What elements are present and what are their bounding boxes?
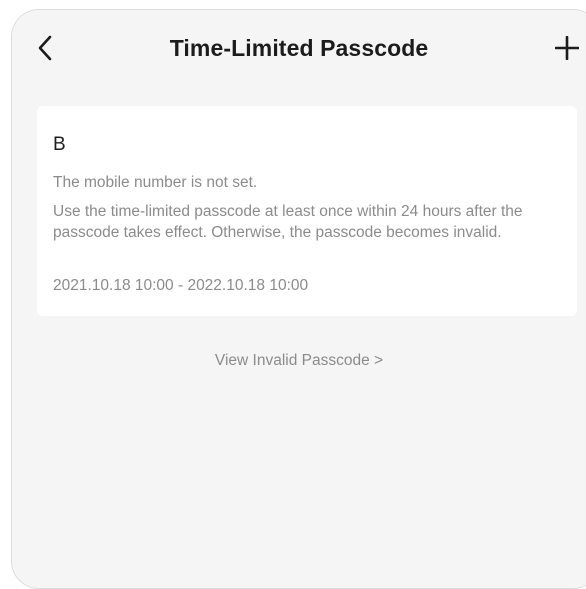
passcode-card[interactable]: B The mobile number is not set. Use the … <box>37 106 577 316</box>
phone-screen: Time-Limited Passcode B The mobile numbe… <box>11 9 586 589</box>
header-bar: Time-Limited Passcode <box>12 10 586 90</box>
add-passcode-button[interactable] <box>552 32 582 64</box>
usage-rule-text: Use the time-limited passcode at least o… <box>53 203 523 241</box>
mobile-status-text: The mobile number is not set. <box>53 174 258 191</box>
validity-period: 2021.10.18 10:00 - 2022.10.18 10:00 <box>53 277 309 294</box>
passcode-name: B <box>53 134 66 155</box>
plus-icon <box>555 36 579 60</box>
view-invalid-passcode-link[interactable]: View Invalid Passcode > <box>12 352 586 370</box>
page-title: Time-Limited Passcode <box>169 35 429 61</box>
